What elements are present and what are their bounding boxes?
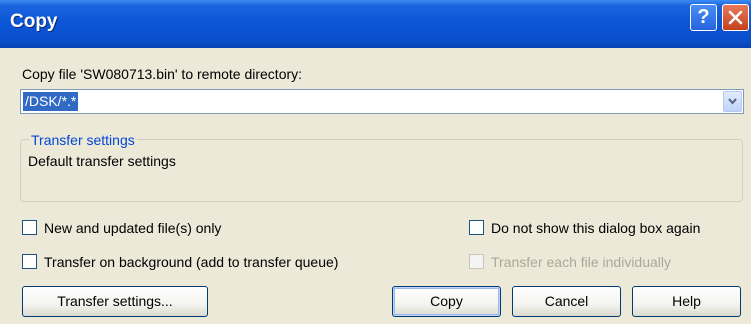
transfer-individually-checkbox: [469, 254, 484, 269]
title-bar[interactable]: Copy ?: [0, 0, 751, 48]
remote-directory-combobox[interactable]: /DSK/*.*: [20, 89, 744, 114]
transfer-individually-label: Transfer each file individually: [491, 254, 672, 270]
close-button[interactable]: [722, 4, 749, 31]
remote-directory-value[interactable]: /DSK/*.*: [23, 92, 79, 111]
copy-prompt-label: Copy file 'SW080713.bin' to remote direc…: [22, 66, 303, 82]
help-glyph: ?: [697, 6, 710, 28]
close-icon: [728, 10, 743, 25]
cancel-button[interactable]: Cancel: [512, 286, 621, 317]
window-title: Copy: [10, 11, 58, 32]
transfer-settings-value: Default transfer settings: [28, 153, 176, 169]
dont-show-again-label[interactable]: Do not show this dialog box again: [491, 219, 700, 237]
new-updated-only-checkbox[interactable]: [22, 220, 37, 235]
transfer-settings-group: Transfer settings Default transfer setti…: [20, 131, 743, 202]
copy-button[interactable]: Copy: [392, 286, 501, 317]
dont-show-again-checkbox[interactable]: [469, 220, 484, 235]
background-transfer-label[interactable]: Transfer on background (add to transfer …: [44, 253, 338, 271]
new-updated-only-label[interactable]: New and updated file(s) only: [44, 219, 221, 237]
transfer-settings-button[interactable]: Transfer settings...: [22, 286, 208, 317]
chevron-down-icon: [728, 98, 737, 105]
dropdown-button[interactable]: [723, 91, 742, 112]
background-transfer-checkbox[interactable]: [22, 254, 37, 269]
group-legend: Transfer settings: [29, 131, 137, 149]
help-button[interactable]: Help: [632, 286, 741, 317]
help-title-button[interactable]: ?: [690, 4, 717, 31]
